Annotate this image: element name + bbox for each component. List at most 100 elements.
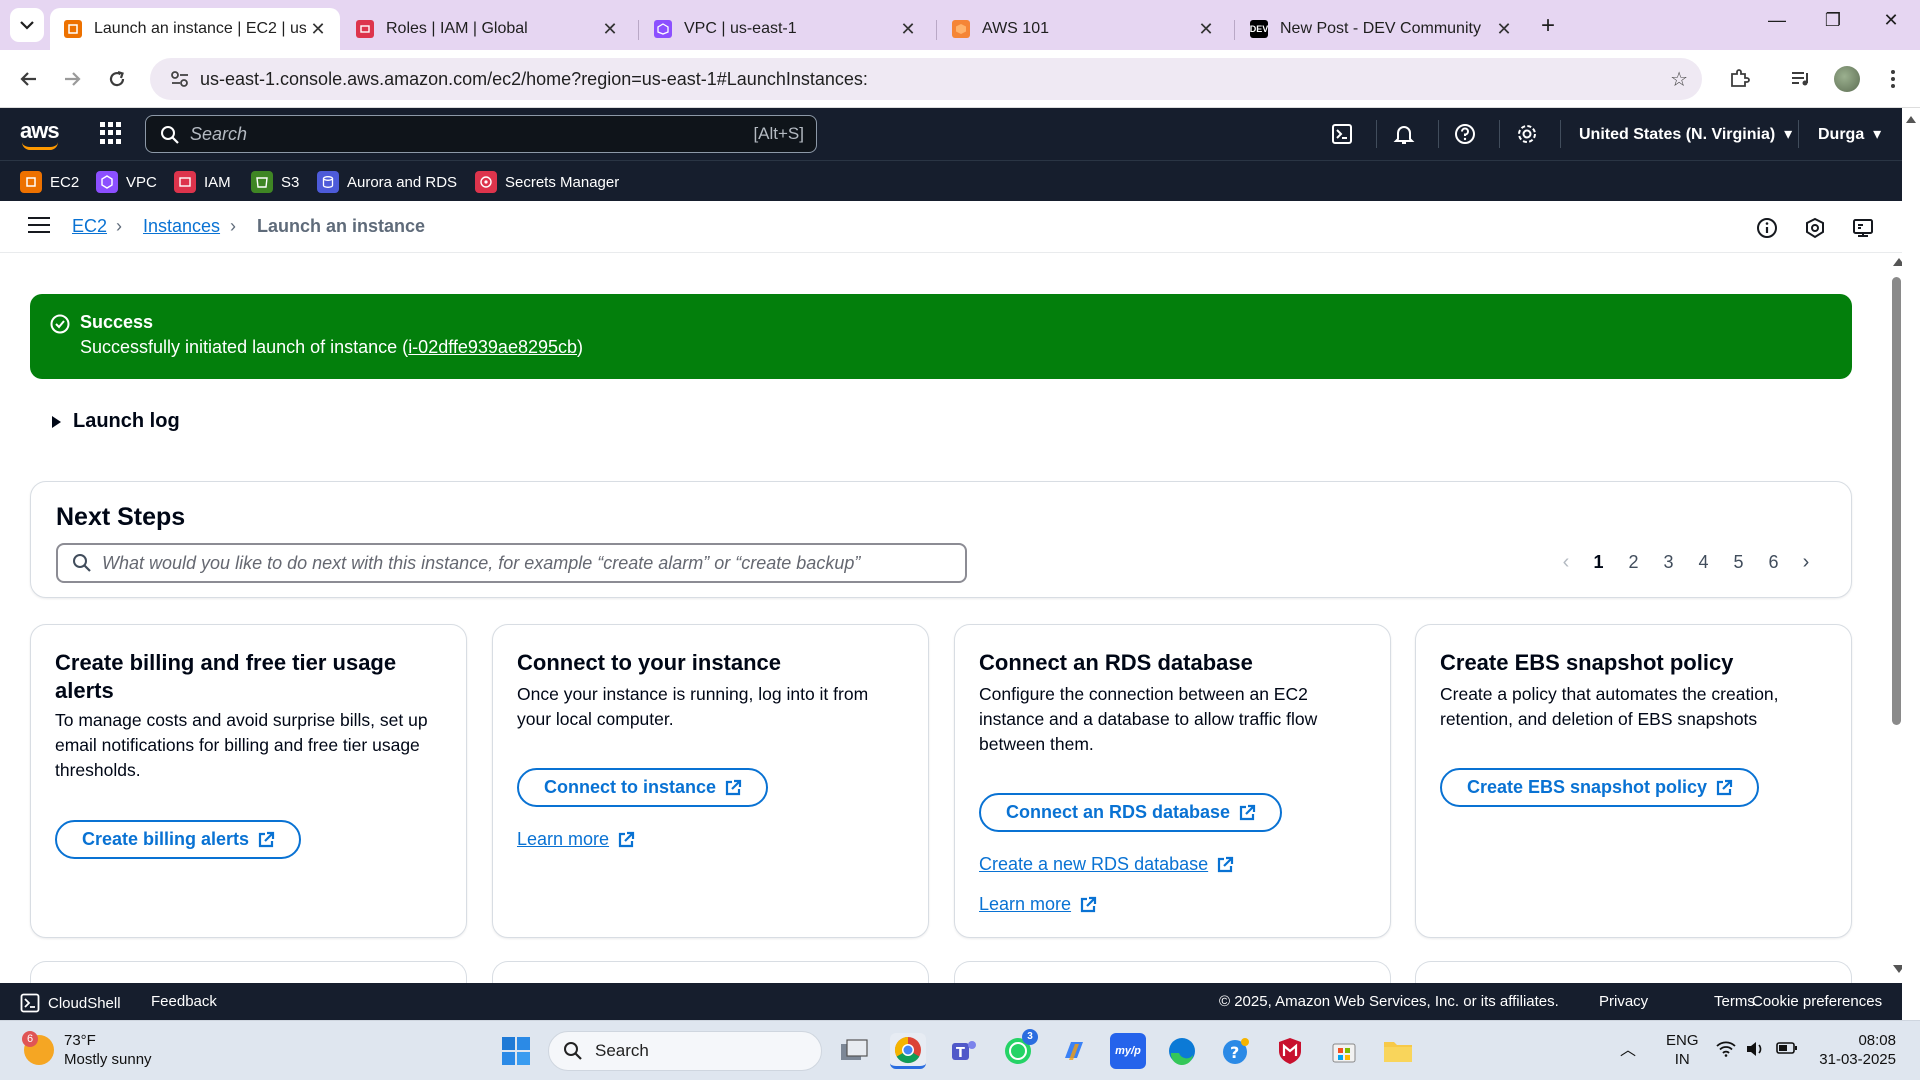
cookie-preferences-link[interactable]: Cookie preferences <box>1752 993 1882 1010</box>
bookmark-star-icon[interactable]: ☆ <box>1670 67 1688 92</box>
cloudshell-button[interactable]: CloudShell <box>20 993 121 1013</box>
extensions-puzzle-icon[interactable] <box>1724 64 1754 94</box>
system-clock[interactable]: 08:08 31-03-2025 <box>1816 1031 1896 1069</box>
service-vpc[interactable]: VPC <box>96 169 157 195</box>
whatsapp-icon[interactable]: 3 <box>1000 1029 1038 1069</box>
screen-panel-icon[interactable] <box>1851 216 1875 240</box>
service-ec2[interactable]: EC2 <box>20 169 79 195</box>
card-title: Connect to your instance <box>517 650 782 675</box>
create-billing-alerts-button[interactable]: Create billing alerts <box>55 820 302 859</box>
profile-avatar[interactable] <box>1832 64 1862 94</box>
task-view-icon[interactable] <box>836 1033 872 1069</box>
browser-tab-strip: Launch an instance | EC2 | us-ea ✕ Roles… <box>0 0 1920 50</box>
create-new-rds-link[interactable]: Create a new RDS database <box>979 854 1234 875</box>
close-icon[interactable]: ✕ <box>306 19 330 40</box>
restore-window-icon[interactable]: ❐ <box>1818 10 1848 31</box>
teams-icon[interactable]: T <box>946 1033 982 1069</box>
service-aurora-rds[interactable]: Aurora and RDS <box>317 169 457 195</box>
notifications-bell-icon[interactable] <box>1392 122 1416 146</box>
learn-more-link[interactable]: Learn more <box>979 894 1097 915</box>
flash-message-suffix: ) <box>577 337 584 357</box>
scrollbar-thumb[interactable] <box>1892 277 1901 725</box>
page-2[interactable]: 2 <box>1616 552 1651 573</box>
services-grid-icon[interactable] <box>100 122 122 144</box>
previous-page-chevron-icon[interactable]: ‹ <box>1551 551 1581 574</box>
region-selector[interactable]: United States (N. Virginia) ▾ <box>1579 124 1792 144</box>
tab-search-button[interactable] <box>10 8 44 42</box>
microsoft-store-icon[interactable] <box>1326 1033 1362 1069</box>
info-icon[interactable] <box>1755 216 1779 240</box>
connect-rds-database-button[interactable]: Connect an RDS database <box>979 793 1283 832</box>
help-icon[interactable] <box>1453 122 1477 146</box>
page-5[interactable]: 5 <box>1721 552 1756 573</box>
minimize-icon[interactable]: — <box>1762 10 1792 31</box>
reload-icon[interactable] <box>102 64 132 94</box>
battery-icon[interactable] <box>1776 1041 1798 1060</box>
copilot-icon[interactable] <box>1056 1033 1092 1069</box>
page-6[interactable]: 6 <box>1756 552 1791 573</box>
volume-speaker-icon[interactable] <box>1745 1041 1765 1062</box>
breadcrumb-bar: EC2 › Instances › Launch an instance <box>0 201 1920 253</box>
page-scrollbar[interactable] <box>1902 108 1920 983</box>
next-steps-search-input[interactable] <box>102 552 952 574</box>
chrome-icon[interactable] <box>890 1033 926 1069</box>
close-icon[interactable]: ✕ <box>1194 19 1218 40</box>
mylp-app-icon[interactable]: my/p <box>1110 1033 1146 1069</box>
security-shield-icon[interactable] <box>1803 216 1827 240</box>
aws-search-input[interactable]: Search [Alt+S] <box>145 115 817 153</box>
tab-aws-101[interactable]: AWS 101 ✕ <box>938 8 1228 50</box>
breadcrumb-ec2[interactable]: EC2 <box>72 216 107 237</box>
media-controls-icon[interactable] <box>1786 64 1816 94</box>
terms-link[interactable]: Terms <box>1714 993 1755 1010</box>
address-bar[interactable]: us-east-1.console.aws.amazon.com/ec2/hom… <box>150 58 1702 100</box>
page-4[interactable]: 4 <box>1686 552 1721 573</box>
close-window-icon[interactable]: ✕ <box>1876 10 1906 31</box>
page-3[interactable]: 3 <box>1651 552 1686 573</box>
region-label: United States (N. Virginia) <box>1579 126 1776 143</box>
launch-log-toggle[interactable]: Launch log <box>52 410 180 433</box>
browser-menu-kebab-icon[interactable] <box>1878 64 1908 94</box>
scroll-up-arrow-icon[interactable] <box>1906 116 1916 123</box>
cloudshell-icon[interactable] <box>1330 122 1354 146</box>
service-secrets-manager[interactable]: Secrets Manager <box>475 169 619 195</box>
forward-arrow-icon[interactable] <box>57 64 87 94</box>
feedback-link[interactable]: Feedback <box>151 993 217 1010</box>
privacy-link[interactable]: Privacy <box>1599 993 1648 1010</box>
create-ebs-snapshot-policy-button[interactable]: Create EBS snapshot policy <box>1440 768 1760 807</box>
settings-gear-icon[interactable] <box>1515 122 1539 146</box>
close-icon[interactable]: ✕ <box>1492 19 1516 40</box>
aws-logo[interactable]: aws <box>20 118 60 150</box>
instance-id-link[interactable]: i-02dffe939ae8295cb <box>408 337 577 357</box>
site-settings-icon[interactable] <box>160 70 200 88</box>
tab-dev-community[interactable]: DEV New Post - DEV Community ✕ <box>1236 8 1526 50</box>
breadcrumb-instances[interactable]: Instances <box>143 216 220 237</box>
connect-to-instance-button[interactable]: Connect to instance <box>517 768 769 807</box>
show-hidden-icons-chevron-icon[interactable]: ︿ <box>1620 1041 1636 1060</box>
learn-more-link[interactable]: Learn more <box>517 829 635 850</box>
back-arrow-icon[interactable] <box>14 64 44 94</box>
mcafee-icon[interactable] <box>1272 1033 1308 1069</box>
taskbar-search[interactable]: Search <box>548 1031 822 1071</box>
network-wifi-icon[interactable] <box>1716 1041 1736 1062</box>
service-s3[interactable]: S3 <box>251 169 299 195</box>
dev-favicon-icon: DEV <box>1250 20 1268 38</box>
tab-launch-instance[interactable]: Launch an instance | EC2 | us-ea ✕ <box>50 8 340 50</box>
tab-iam-roles[interactable]: Roles | IAM | Global ✕ <box>342 8 632 50</box>
account-menu[interactable]: Durga ▾ <box>1818 124 1881 144</box>
help-tips-icon[interactable]: ? <box>1218 1033 1254 1069</box>
page-1[interactable]: 1 <box>1581 552 1616 573</box>
service-iam[interactable]: IAM <box>174 169 231 195</box>
input-language[interactable]: ENG IN <box>1666 1031 1699 1069</box>
close-icon[interactable]: ✕ <box>896 19 920 40</box>
close-icon[interactable]: ✕ <box>598 19 622 40</box>
button-label: Create EBS snapshot policy <box>1467 777 1708 797</box>
windows-start-icon[interactable] <box>498 1033 534 1069</box>
side-nav-hamburger-icon[interactable] <box>28 217 50 238</box>
next-page-chevron-icon[interactable]: › <box>1791 551 1821 574</box>
edge-icon[interactable] <box>1164 1033 1200 1069</box>
file-explorer-icon[interactable] <box>1380 1033 1416 1069</box>
header-separator <box>1798 120 1799 148</box>
tab-vpc[interactable]: VPC | us-east-1 ✕ <box>640 8 930 50</box>
weather-widget[interactable]: 6 73°F Mostly sunny <box>22 1031 152 1069</box>
new-tab-plus-icon[interactable]: + <box>1541 12 1555 40</box>
